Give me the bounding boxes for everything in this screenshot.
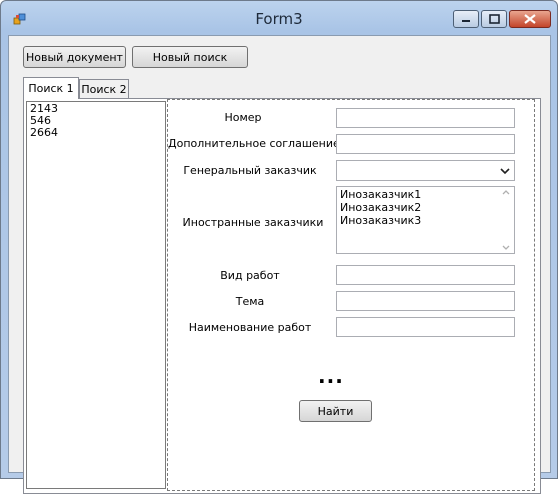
minimize-icon <box>462 20 470 22</box>
minimize-button[interactable] <box>453 10 479 28</box>
scroll-up-icon[interactable] <box>501 188 511 198</box>
maximize-button[interactable] <box>481 10 507 28</box>
work-name-label: Наименование работ <box>188 321 312 334</box>
listbox-scrollbar[interactable] <box>499 188 513 252</box>
supplementary-agreement-input[interactable] <box>336 134 515 154</box>
work-type-label: Вид работ <box>220 269 280 282</box>
foreign-customers-label: Иностранные заказчики <box>182 216 324 229</box>
list-item[interactable]: Инозаказчик1 <box>340 188 511 201</box>
work-type-input[interactable] <box>336 265 515 285</box>
general-customer-label: Генеральный заказчик <box>183 164 317 177</box>
number-input[interactable] <box>336 108 515 128</box>
list-item[interactable]: 2664 <box>30 127 162 139</box>
number-label: Номер <box>224 111 262 124</box>
work-name-input[interactable] <box>336 317 515 337</box>
close-button[interactable] <box>509 10 551 28</box>
list-item[interactable]: Инозаказчик3 <box>340 214 511 227</box>
tab-page-search-1: 2143 546 2664 Номер Дополнительное согла… <box>23 98 541 494</box>
maximize-icon <box>489 14 500 24</box>
close-icon <box>524 14 536 24</box>
form-client-area: Новый документ Новый поиск Поиск 1 Поиск… <box>8 35 551 494</box>
tab-search-2[interactable]: Поиск 2 <box>79 79 129 99</box>
general-customer-combobox[interactable] <box>336 160 515 181</box>
chevron-down-icon <box>500 167 510 174</box>
search-form-panel: Номер Дополнительное соглашение Генераль… <box>167 99 535 491</box>
ellipsis-label: ... <box>318 364 344 388</box>
topic-label: Тема <box>235 295 265 308</box>
window: Form3 Новый документ Новый поиск Поиск 1… <box>0 0 558 494</box>
supplementary-agreement-label: Дополнительное соглашение <box>168 137 340 150</box>
results-list[interactable]: 2143 546 2664 <box>26 101 166 489</box>
foreign-customers-listbox[interactable]: Инозаказчик1 Инозаказчик2 Инозаказчик3 <box>336 186 515 254</box>
new-search-button[interactable]: Новый поиск <box>132 46 248 68</box>
title-bar[interactable]: Form3 <box>1 1 557 37</box>
find-button[interactable]: Найти <box>299 400 372 422</box>
topic-input[interactable] <box>336 291 515 311</box>
scroll-down-icon[interactable] <box>501 242 511 252</box>
new-document-button[interactable]: Новый документ <box>23 46 126 68</box>
tab-search-1[interactable]: Поиск 1 <box>23 77 79 99</box>
list-item[interactable]: Инозаказчик2 <box>340 201 511 214</box>
